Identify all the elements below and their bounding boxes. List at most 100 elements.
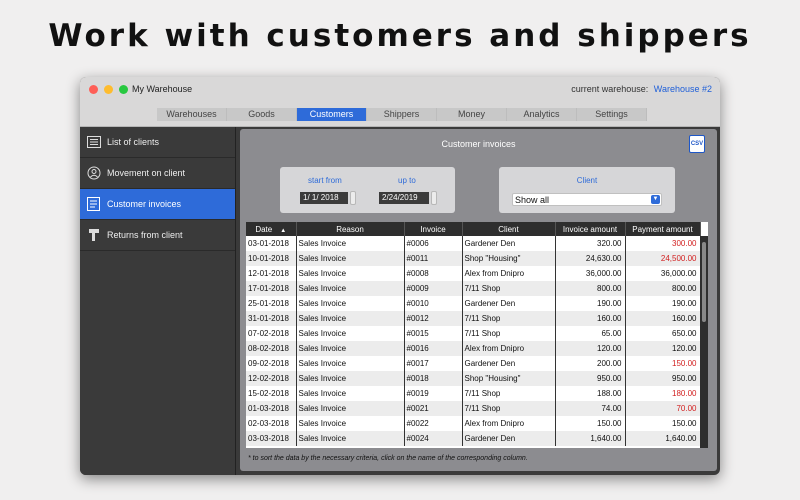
column-header-invoice[interactable]: Invoice: [404, 222, 463, 236]
table-row[interactable]: 03-01-2018 Sales Invoice #0006 Gardener Den…: [246, 236, 701, 251]
end-date-stepper[interactable]: [431, 191, 437, 205]
cell-payment-amount: 160.00: [625, 311, 701, 326]
cell-date: 01-03-2018: [246, 401, 297, 416]
tab-analytics[interactable]: Analytics: [507, 108, 577, 121]
column-header-label: Date: [255, 224, 273, 234]
tab-customers[interactable]: Customers: [297, 108, 367, 121]
table-scrollbar[interactable]: [700, 236, 708, 448]
cell-client: 7/11 Shop: [462, 326, 556, 341]
tab-goods[interactable]: Goods: [227, 108, 297, 121]
cell-date: 09-02-2018: [246, 356, 297, 371]
table-row[interactable]: 02-03-2018 Sales Invoice #0022 Alex from Dn…: [246, 416, 701, 431]
cell-date: 02-03-2018: [246, 416, 297, 431]
table-row[interactable]: 25-01-2018 Sales Invoice #0010 Gardener Den…: [246, 296, 701, 311]
cell-client: Gardener Den: [462, 296, 556, 311]
table-row[interactable]: 09-02-2018 Sales Invoice #0017 Gardener Den…: [246, 356, 701, 371]
start-date-field[interactable]: 1/ 1/ 2018: [300, 192, 348, 204]
cell-invoice-amount: 74.00: [555, 401, 626, 416]
column-header-label: Client: [498, 224, 519, 234]
sort-hint-note: * to sort the data by the necessary crit…: [248, 455, 528, 462]
cell-invoice-amount: 150.00: [555, 416, 626, 431]
cell-reason: Sales Invoice: [296, 356, 405, 371]
sidebar-item-label: Movement on client: [107, 168, 186, 178]
cell-payment-amount: 150.00: [625, 416, 701, 431]
column-header-payment-amount[interactable]: Payment amount: [625, 222, 701, 236]
end-date-field[interactable]: 2/24/2019: [379, 192, 429, 204]
table-row[interactable]: 10-01-2018 Sales Invoice #0011 Shop "Housin…: [246, 251, 701, 266]
cell-date: 10-01-2018: [246, 251, 297, 266]
current-warehouse-link[interactable]: Warehouse #2: [654, 84, 712, 94]
cell-invoice: #0015: [404, 326, 463, 341]
table-row[interactable]: 12-01-2018 Sales Invoice #0008 Alex from Dn…: [246, 266, 701, 281]
tab-shippers[interactable]: Shippers: [367, 108, 437, 121]
table-row[interactable]: 03-03-2018 Sales Invoice #0024 Gardener Den…: [246, 431, 701, 446]
cell-invoice: #0016: [404, 341, 463, 356]
date-range-box: start from 1/ 1/ 2018 up to 2/24/2019: [280, 167, 455, 213]
cell-payment-amount: 70.00: [625, 401, 701, 416]
scrollbar-thumb[interactable]: [702, 242, 706, 322]
cell-invoice: #0021: [404, 401, 463, 416]
table-row[interactable]: 31-01-2018 Sales Invoice #0012 7/11 Shop 160…: [246, 311, 701, 326]
zoom-button[interactable]: [119, 85, 128, 94]
panel-title: Customer invoices: [441, 139, 516, 149]
table-row[interactable]: 08-02-2018 Sales Invoice #0016 Alex from Dn…: [246, 341, 701, 356]
cell-invoice-amount: 120.00: [555, 341, 626, 356]
cell-payment-amount: 190.00: [625, 296, 701, 311]
table-row[interactable]: 01-03-2018 Sales Invoice #0021 7/11 Shop 74.…: [246, 401, 701, 416]
cell-invoice-amount: 65.00: [555, 326, 626, 341]
cell-client: Gardener Den: [462, 236, 556, 251]
cell-invoice: #0006: [404, 236, 463, 251]
close-button[interactable]: [89, 85, 98, 94]
column-header-label: Invoice: [420, 224, 446, 234]
cell-reason: Sales Invoice: [296, 251, 405, 266]
sidebar-item-movement-on-client[interactable]: Movement on client: [80, 158, 235, 189]
table-row[interactable]: 15-02-2018 Sales Invoice #0019 7/11 Shop 188…: [246, 386, 701, 401]
cell-reason: Sales Invoice: [296, 371, 405, 386]
cell-client: 7/11 Shop: [462, 401, 556, 416]
table-row[interactable]: 17-01-2018 Sales Invoice #0009 7/11 Shop 800…: [246, 281, 701, 296]
current-warehouse: current warehouse: Warehouse #2: [571, 84, 712, 94]
headline: Work with customers and shippers: [48, 18, 752, 54]
cell-payment-amount: 800.00: [625, 281, 701, 296]
cell-reason: Sales Invoice: [296, 266, 405, 281]
window-controls: [89, 85, 128, 94]
cell-payment-amount: 650.00: [625, 326, 701, 341]
table-row[interactable]: 12-02-2018 Sales Invoice #0018 Shop "Housin…: [246, 371, 701, 386]
cell-invoice: #0024: [404, 431, 463, 446]
cell-payment-amount: 1,640.00: [625, 431, 701, 446]
table-row[interactable]: 07-02-2018 Sales Invoice #0015 7/11 Shop 65.…: [246, 326, 701, 341]
tab-warehouses[interactable]: Warehouses: [157, 108, 227, 121]
cell-client: Alex from Dnipro: [462, 266, 556, 281]
client-filter-box: Client Show all ▼: [499, 167, 675, 213]
start-date-label: start from: [308, 176, 342, 185]
sidebar-item-label: Returns from client: [107, 230, 183, 240]
cell-reason: Sales Invoice: [296, 416, 405, 431]
cell-reason: Sales Invoice: [296, 236, 405, 251]
cell-reason: Sales Invoice: [296, 386, 405, 401]
client-select[interactable]: Show all ▼: [512, 193, 662, 206]
cell-payment-amount: 300.00: [625, 236, 701, 251]
cell-payment-amount: 36,000.00: [625, 266, 701, 281]
column-header-reason[interactable]: Reason: [296, 222, 405, 236]
cell-invoice: #0008: [404, 266, 463, 281]
column-header-date[interactable]: Date ▲: [246, 222, 297, 236]
cell-date: 25-01-2018: [246, 296, 297, 311]
export-csv-button[interactable]: CSV: [689, 135, 705, 153]
tab-money[interactable]: Money: [437, 108, 507, 121]
window-title: My Warehouse: [132, 84, 193, 94]
column-header-invoice-amount[interactable]: Invoice amount: [555, 222, 626, 236]
title-bar: My Warehouse current warehouse: Warehous…: [80, 77, 720, 103]
column-header-client[interactable]: Client: [462, 222, 556, 236]
cell-invoice-amount: 1,640.00: [555, 431, 626, 446]
cell-date: 15-02-2018: [246, 386, 297, 401]
tab-settings[interactable]: Settings: [577, 108, 647, 121]
cell-client: 7/11 Shop: [462, 311, 556, 326]
start-date-stepper[interactable]: [350, 191, 356, 205]
sidebar-item-list-of-clients[interactable]: List of clients: [80, 127, 235, 158]
minimize-button[interactable]: [104, 85, 113, 94]
cell-reason: Sales Invoice: [296, 296, 405, 311]
cell-date: 07-02-2018: [246, 326, 297, 341]
sidebar-item-customer-invoices[interactable]: Customer invoices: [80, 189, 235, 220]
sidebar-item-returns-from-client[interactable]: Returns from client: [80, 220, 235, 251]
current-warehouse-label: current warehouse:: [571, 84, 649, 94]
